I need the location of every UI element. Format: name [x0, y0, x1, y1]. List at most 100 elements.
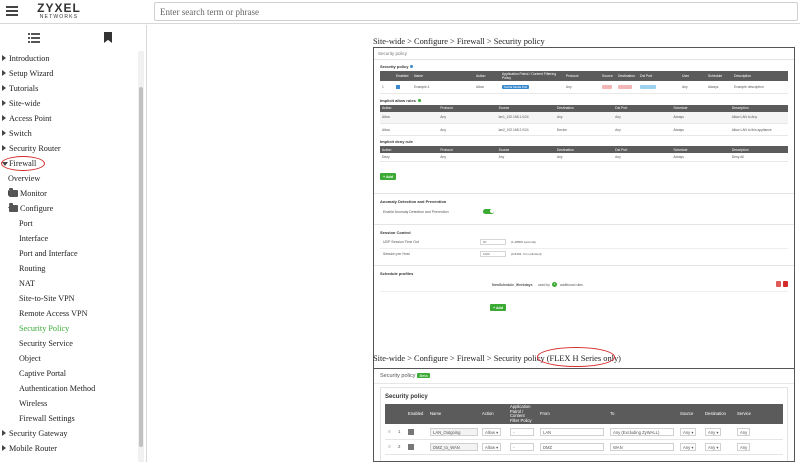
drag-handle-icon[interactable]: ≡: [388, 429, 391, 434]
sidebar-item-setup-wizard[interactable]: Setup Wizard: [0, 66, 138, 81]
caret-right-icon[interactable]: [2, 55, 6, 61]
sidebar-item-security-policy[interactable]: Security Policy: [0, 321, 138, 336]
policy-row-action[interactable]: Allow: [474, 81, 500, 94]
flex-cell: Any: [734, 439, 783, 455]
service-select[interactable]: Any: [737, 442, 751, 451]
scrollbar-thumb[interactable]: [139, 87, 143, 447]
caret-right-icon[interactable]: [2, 130, 6, 136]
policy-row-schedule[interactable]: Always: [706, 81, 732, 94]
action-select[interactable]: Allow ▾: [482, 427, 502, 436]
column-header: Service: [734, 404, 783, 425]
flex-cell: Any ▾: [677, 424, 702, 440]
sidebar-item-wireless[interactable]: Wireless: [0, 396, 138, 411]
enabled-checkbox[interactable]: [408, 443, 414, 450]
flex-policy-row[interactable]: ≡ 2 DMZ_to_WAN Allow ▾ - DMZ WAN Any ▾ Any ▾ Any: [385, 439, 783, 455]
app-policy-select[interactable]: -: [510, 442, 534, 451]
search-input[interactable]: [154, 2, 798, 21]
sidebar-item-label: Site-to-Site VPN: [19, 294, 75, 303]
sidebar-item-label: Interface: [19, 234, 49, 243]
policy-row-protocol[interactable]: Any: [564, 81, 600, 94]
sidebar-item-port[interactable]: Port: [0, 216, 138, 231]
policy-row-enabled[interactable]: [394, 81, 412, 94]
from-select[interactable]: LAN: [540, 427, 604, 436]
session-section-title: Session Control: [380, 229, 411, 235]
top-bar: ZYXEL NETWORKS: [0, 0, 800, 24]
sidebar-item-introduction[interactable]: Introduction: [0, 51, 138, 66]
sidebar-item-monitor[interactable]: Monitor: [0, 186, 138, 201]
drag-handle-icon[interactable]: ≡: [388, 444, 391, 449]
sidebar-item-site-to-site-vpn[interactable]: Site-to-Site VPN: [0, 291, 138, 306]
policy-name-input[interactable]: LAN_Outgoing: [430, 427, 478, 436]
caret-right-icon[interactable]: [2, 145, 6, 151]
policy-row-name[interactable]: Example-1: [412, 81, 474, 94]
policy-row-user[interactable]: Any: [680, 81, 706, 94]
caret-right-icon[interactable]: [2, 430, 6, 436]
policy-name-input[interactable]: DMZ_to_WAN: [430, 442, 478, 451]
caret-right-icon[interactable]: [2, 115, 6, 121]
allow-row: Allow Any lan2_192.168.2.0/24 Device Any Alwa…: [380, 123, 788, 136]
sidebar-item-site-wide[interactable]: Site-wide: [0, 96, 138, 111]
to-select[interactable]: Any (Excluding ZyWALL): [610, 427, 674, 436]
sidebar-item-tutorials[interactable]: Tutorials: [0, 81, 138, 96]
sidebar-item-nat[interactable]: NAT: [0, 276, 138, 291]
allow-cell: Allow: [380, 111, 439, 124]
caret-right-icon[interactable]: [2, 70, 6, 76]
sidebar-item-overview[interactable]: Overview: [0, 171, 138, 186]
sidebar-item-access-point[interactable]: Access Point: [0, 111, 138, 126]
bookmark-icon[interactable]: [104, 32, 112, 43]
delete-icon[interactable]: [783, 280, 788, 287]
sidebar-item-interface[interactable]: Interface: [0, 231, 138, 246]
policy-row-source[interactable]: [600, 81, 616, 94]
sidebar-item-authentication-method[interactable]: Authentication Method: [0, 381, 138, 396]
flex-cell: Any ▾: [677, 439, 702, 455]
sidebar-item-object[interactable]: Object: [0, 351, 138, 366]
destination-select[interactable]: Any ▾: [705, 442, 722, 451]
zyxel-logo[interactable]: ZYXEL NETWORKS: [34, 2, 84, 22]
shot2-title: Security policy: [385, 394, 428, 400]
flex-cell: Any ▾: [702, 424, 734, 440]
session-per-host-input[interactable]: 1000: [480, 250, 506, 257]
caret-right-icon[interactable]: [2, 445, 6, 451]
sidebar-scrollbar[interactable]: [138, 51, 144, 462]
app-policy-select[interactable]: -: [510, 427, 534, 436]
add-schedule-button[interactable]: + Add: [490, 304, 506, 311]
sidebar-item-remote-access-vpn[interactable]: Remote Access VPN: [0, 306, 138, 321]
contents-list-icon[interactable]: [28, 33, 40, 43]
sidebar-item-security-service[interactable]: Security Service: [0, 336, 138, 351]
caret-right-icon[interactable]: [2, 85, 6, 91]
flex-policy-row[interactable]: ≡ 1 LAN_Outgoing Allow ▾ - LAN Any (Excluding …: [385, 424, 783, 440]
sidebar-item-switch[interactable]: Switch: [0, 126, 138, 141]
sidebar-item-port-and-interface[interactable]: Port and Interface: [0, 246, 138, 261]
anomaly-toggle[interactable]: [483, 208, 494, 214]
destination-select[interactable]: Any ▾: [705, 427, 722, 436]
sidebar-item-mobile-router[interactable]: Mobile Router: [0, 441, 138, 456]
sidebar-item-label: Access Point: [9, 114, 52, 123]
add-rule-button[interactable]: + Add: [380, 173, 396, 180]
hamburger-menu-icon[interactable]: [6, 4, 18, 18]
policy-row[interactable]: 1 Example-1 Allow Social Media Poli Any …: [380, 81, 788, 94]
to-select[interactable]: WAN: [610, 442, 674, 451]
column-header: To: [607, 404, 677, 425]
policy-row-description[interactable]: Example description: [732, 81, 788, 94]
policy-row-dstport[interactable]: [638, 81, 680, 94]
policy-row-destination[interactable]: [616, 81, 638, 94]
sidebar-item-security-router[interactable]: Security Router: [0, 141, 138, 156]
enabled-checkbox[interactable]: [408, 428, 414, 435]
sidebar-item-routing[interactable]: Routing: [0, 261, 138, 276]
source-select[interactable]: Any ▾: [680, 442, 697, 451]
sidebar-item-configure[interactable]: Configure: [0, 201, 138, 216]
udp-timeout-input[interactable]: 60: [480, 238, 506, 245]
service-select[interactable]: Any: [737, 427, 751, 436]
source-select[interactable]: Any ▾: [680, 427, 697, 436]
caret-right-icon[interactable]: [2, 100, 6, 106]
caret-down-icon[interactable]: [2, 162, 8, 166]
sidebar-item-security-gateway[interactable]: Security Gateway: [0, 426, 138, 441]
policy-row-app[interactable]: Social Media Poli: [500, 81, 564, 94]
sidebar-item-firewall-settings[interactable]: Firewall Settings: [0, 411, 138, 426]
from-select[interactable]: DMZ: [540, 442, 604, 451]
flex-policy-table: Enabled Name Action Application Patrol / Co…: [385, 404, 783, 455]
sidebar-item-firewall[interactable]: Firewall: [0, 156, 138, 171]
action-select[interactable]: Allow ▾: [482, 442, 502, 451]
sidebar-item-captive-portal[interactable]: Captive Portal: [0, 366, 138, 381]
edit-icon[interactable]: [776, 280, 781, 287]
